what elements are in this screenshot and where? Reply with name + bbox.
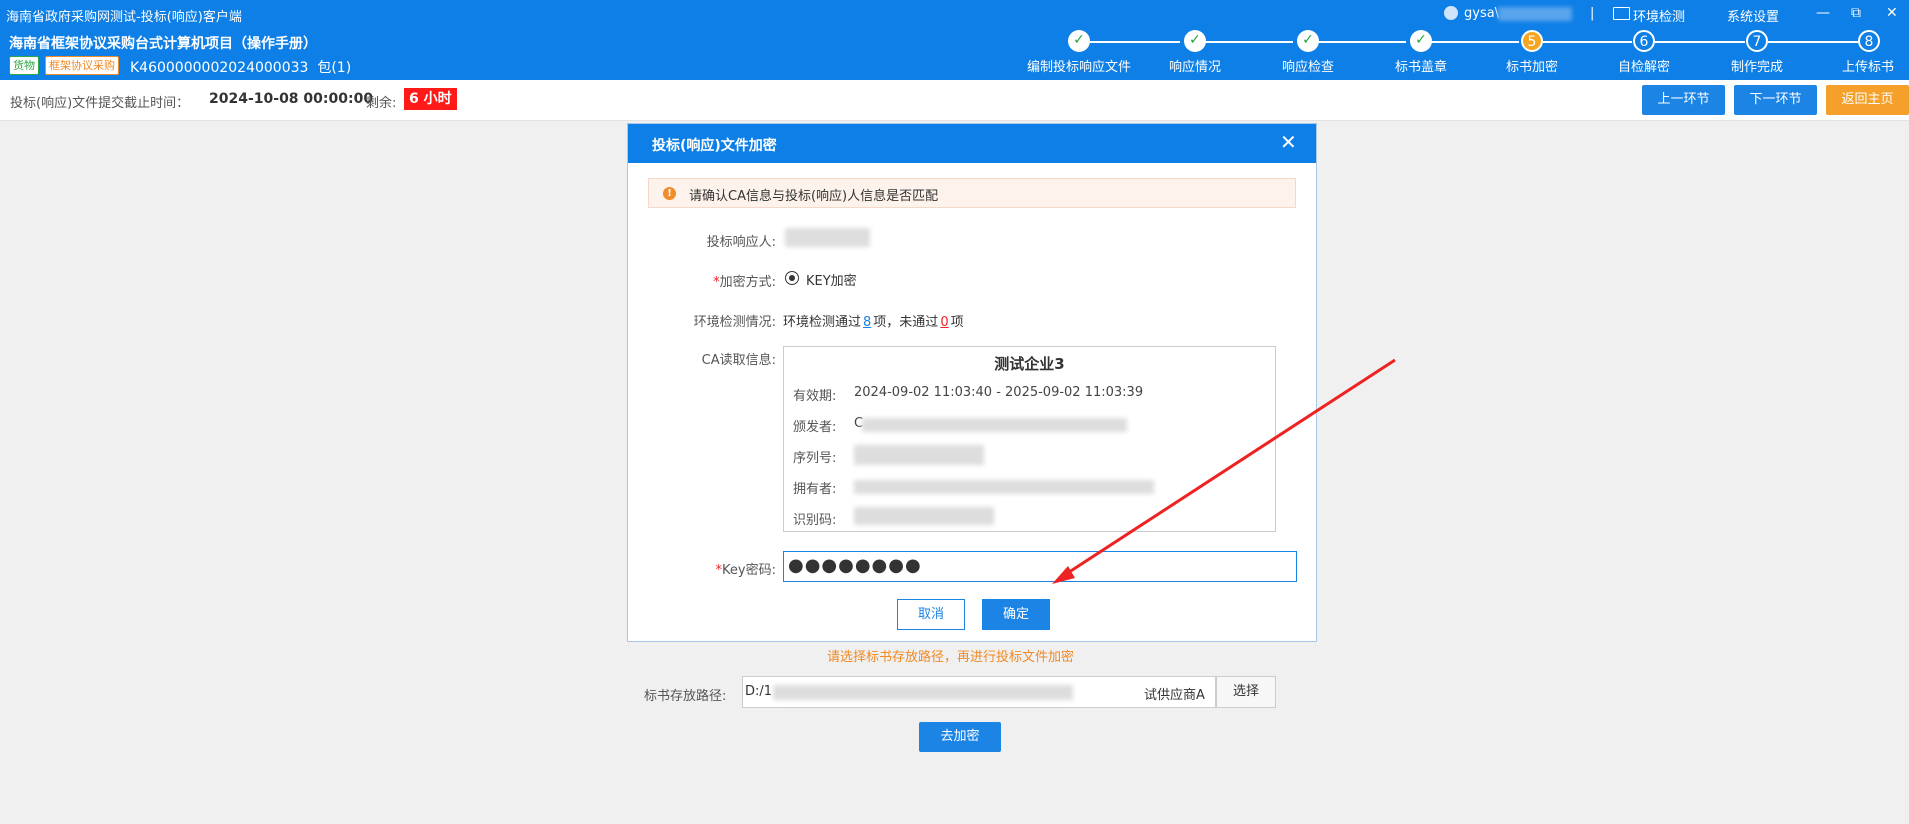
- annotation-arrow: [1052, 358, 1396, 584]
